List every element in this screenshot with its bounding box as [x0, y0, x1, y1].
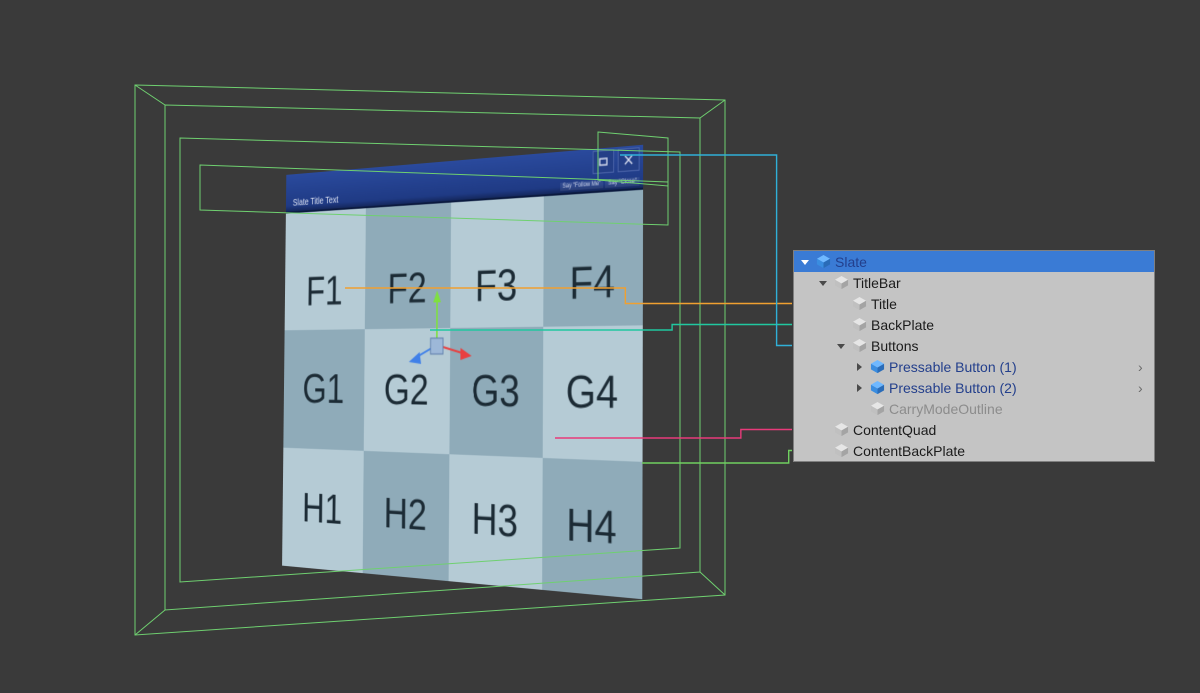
- gameobject-cube-icon: [870, 401, 885, 416]
- slate-title-text: Slate Title Text: [293, 195, 339, 209]
- hierarchy-item-label: BackPlate: [871, 317, 1150, 333]
- hierarchy-item-titlebar[interactable]: TitleBar: [794, 272, 1154, 293]
- chevron-down-icon[interactable]: [816, 276, 830, 290]
- grid-cell: F3: [450, 196, 543, 328]
- prefab-cube-icon: [870, 380, 885, 395]
- grid-cell: F4: [543, 190, 643, 327]
- hierarchy-item-backplate[interactable]: BackPlate: [794, 314, 1154, 335]
- hierarchy-item-label: Slate: [835, 254, 1150, 270]
- grid-cell: H2: [362, 451, 449, 581]
- hierarchy-item-buttons[interactable]: Buttons: [794, 335, 1154, 356]
- gameobject-cube-icon: [834, 422, 849, 437]
- hierarchy-item-slate[interactable]: Slate: [794, 251, 1154, 272]
- open-prefab-icon[interactable]: ›: [1138, 380, 1150, 396]
- hierarchy-item-label: ContentBackPlate: [853, 443, 1150, 459]
- hierarchy-item-label: Buttons: [871, 338, 1150, 354]
- hierarchy-item-title[interactable]: Title: [794, 293, 1154, 314]
- hierarchy-item-carrymodeoutline[interactable]: CarryModeOutline: [794, 398, 1154, 419]
- hierarchy-item-pressable-button-2-[interactable]: Pressable Button (2)›: [794, 377, 1154, 398]
- hierarchy-item-contentbackplate[interactable]: ContentBackPlate: [794, 440, 1154, 461]
- close-hint: Say "Close": [605, 177, 639, 188]
- transform-gizmo[interactable]: [413, 290, 460, 350]
- grid-cell: H3: [449, 454, 543, 590]
- grid-cell: G1: [283, 329, 364, 451]
- follow-button[interactable]: [593, 149, 615, 174]
- gameobject-cube-icon: [852, 296, 867, 311]
- follow-hint: Say "Follow Me": [560, 180, 604, 191]
- gameobject-cube-icon: [852, 338, 867, 353]
- hierarchy-item-pressable-button-1-[interactable]: Pressable Button (1)›: [794, 356, 1154, 377]
- gameobject-cube-icon: [834, 275, 849, 290]
- hierarchy-item-label: CarryModeOutline: [889, 401, 1150, 417]
- hierarchy-item-label: Pressable Button (2): [889, 380, 1134, 396]
- hierarchy-item-contentquad[interactable]: ContentQuad: [794, 419, 1154, 440]
- prefab-cube-icon: [816, 254, 831, 269]
- grid-cell: H1: [282, 448, 363, 574]
- chevron-down-icon[interactable]: [798, 255, 812, 269]
- grid-cell: G3: [449, 327, 542, 458]
- close-button[interactable]: [618, 147, 640, 172]
- title-bar: Slate Title Text Say "Follow Me" Say "Cl…: [286, 145, 643, 214]
- hierarchy-item-label: TitleBar: [853, 275, 1150, 291]
- hierarchy-item-label: ContentQuad: [853, 422, 1150, 438]
- prefab-cube-icon: [870, 359, 885, 374]
- chevron-right-icon[interactable]: [852, 360, 866, 374]
- grid-cell: G4: [542, 325, 643, 462]
- chevron-down-icon[interactable]: [834, 339, 848, 353]
- title-bar-buttons: [593, 147, 640, 174]
- slate-panel: F1 F2 F3 F4 G1 G2 G3 G4 H1 H2 H3 H4 Slat…: [282, 145, 643, 600]
- gameobject-cube-icon: [852, 317, 867, 332]
- open-prefab-icon[interactable]: ›: [1138, 359, 1150, 375]
- content-quad: F1 F2 F3 F4 G1 G2 G3 G4 H1 H2 H3 H4: [282, 190, 643, 600]
- grid-cell: F1: [285, 208, 366, 330]
- chevron-right-icon[interactable]: [852, 381, 866, 395]
- hierarchy-item-label: Title: [871, 296, 1150, 312]
- slate-object[interactable]: F1 F2 F3 F4 G1 G2 G3 G4 H1 H2 H3 H4 Slat…: [282, 145, 643, 600]
- gameobject-cube-icon: [834, 443, 849, 458]
- grid-cell: H4: [542, 458, 643, 599]
- hierarchy-panel[interactable]: Slate TitleBar Title BackPlate Buttons P…: [793, 250, 1155, 462]
- hierarchy-item-label: Pressable Button (1): [889, 359, 1134, 375]
